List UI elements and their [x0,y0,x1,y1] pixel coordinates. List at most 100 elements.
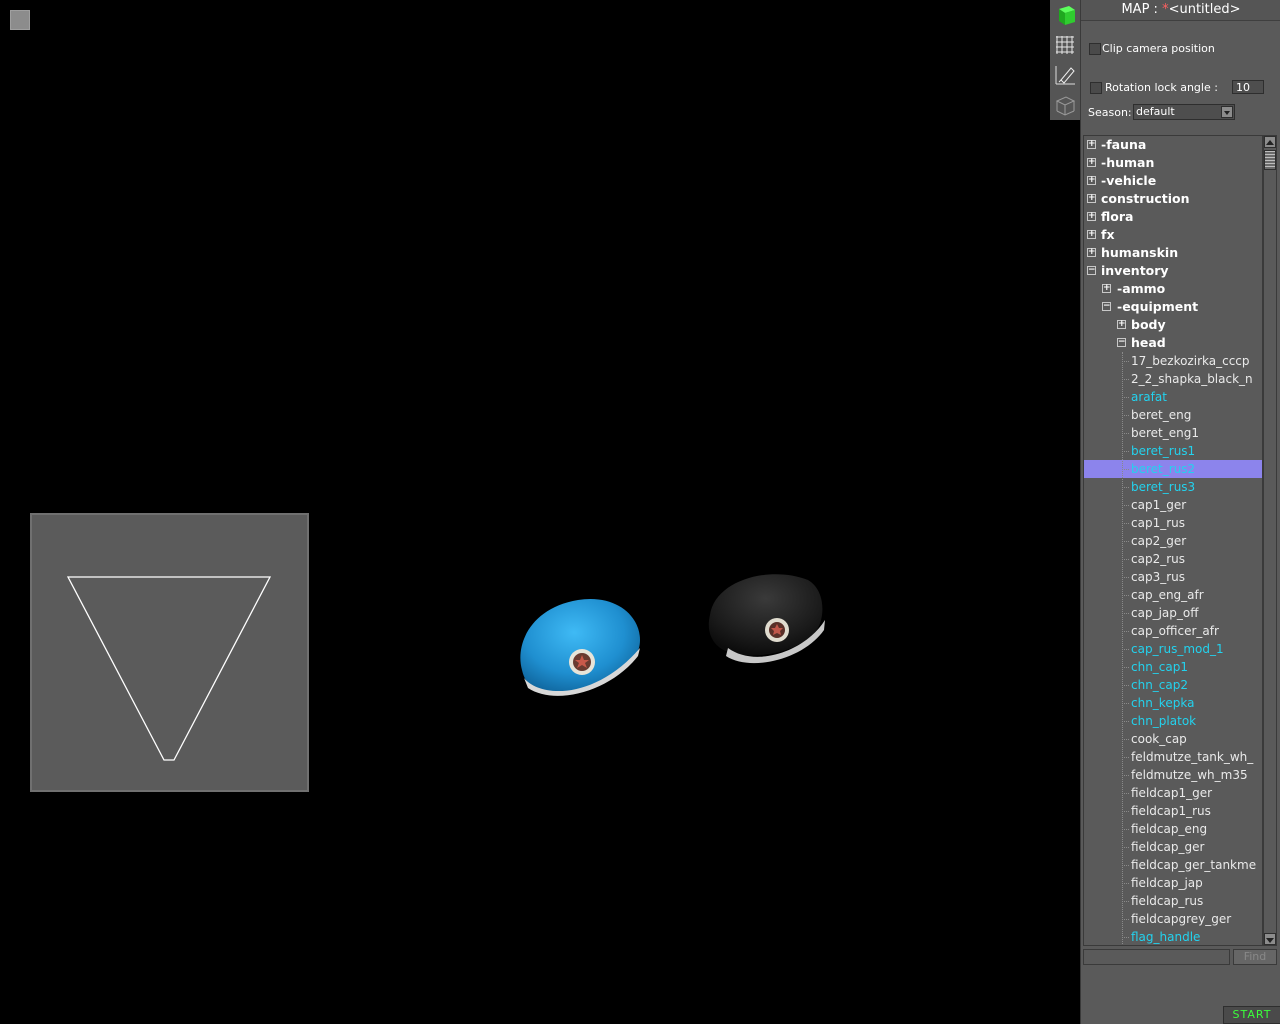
tree-leaf-item[interactable]: fieldcap1_ger [1084,784,1262,802]
tree-leaf-item[interactable]: beret_rus2 [1084,460,1262,478]
expand-icon[interactable]: + [1087,176,1096,185]
tree-item-label: cap_jap_off [1131,606,1199,620]
scroll-down-arrow-icon[interactable] [1264,933,1276,945]
collapse-icon[interactable]: − [1117,338,1126,347]
tree-folder-item[interactable]: + -vehicle [1084,172,1262,190]
tree-scrollbar[interactable] [1263,135,1277,946]
tree-folder-item[interactable]: + humanskin [1084,244,1262,262]
tree-connector [1122,793,1129,794]
tree-leaf-item[interactable]: cap_jap_off [1084,604,1262,622]
expand-icon[interactable]: + [1087,248,1096,257]
expand-icon[interactable]: + [1087,230,1096,239]
scroll-thumb[interactable] [1264,150,1276,170]
tree-item-label: fieldcap_ger [1131,840,1205,854]
tree-folder-item[interactable]: − -equipment [1084,298,1262,316]
tree-leaf-item[interactable]: feldmutze_tank_wh_ [1084,748,1262,766]
tree-item-label: chn_cap2 [1131,678,1189,692]
tree-folder-item[interactable]: + construction [1084,190,1262,208]
tree-item-label: fieldcap_eng [1131,822,1208,836]
expand-icon[interactable]: + [1102,284,1111,293]
tree-leaf-item[interactable]: beret_eng [1084,406,1262,424]
tree-leaf-item[interactable]: fieldcap_rus [1084,892,1262,910]
tree-item-label: cap_eng_afr [1131,588,1204,602]
tree-leaf-item[interactable]: flag_handle [1084,928,1262,945]
ruler-pencil-icon[interactable] [1053,63,1077,87]
tree-leaf-item[interactable]: cap3_rus [1084,568,1262,586]
tree-folder-item[interactable]: + -ammo [1084,280,1262,298]
tree-folder-item[interactable]: − inventory [1084,262,1262,280]
tree-leaf-item[interactable]: beret_rus1 [1084,442,1262,460]
tree-item-label: cap3_rus [1131,570,1185,584]
tree-folder-item[interactable]: + body [1084,316,1262,334]
rotation-lock-angle-input[interactable] [1232,80,1264,94]
tree-leaf-item[interactable]: beret_rus3 [1084,478,1262,496]
tree-leaf-item[interactable]: cap1_rus [1084,514,1262,532]
clip-camera-checkbox[interactable] [1089,43,1101,55]
tree-leaf-item[interactable]: fieldcap_ger_tankme [1084,856,1262,874]
tree-leaf-item[interactable]: 2_2_shapka_black_n [1084,370,1262,388]
tree-connector [1122,397,1129,398]
tree-folder-item[interactable]: − head [1084,334,1262,352]
green-cube-icon[interactable] [1053,3,1077,27]
collapse-icon[interactable]: − [1102,302,1111,311]
chevron-down-icon[interactable] [1221,106,1233,118]
expand-icon[interactable]: + [1087,194,1096,203]
tree-leaf-item[interactable]: cap2_rus [1084,550,1262,568]
find-input[interactable] [1083,949,1230,965]
scroll-up-arrow-icon[interactable] [1264,136,1276,148]
rotation-lock-checkbox[interactable] [1090,82,1102,94]
tree-leaf-item[interactable]: fieldcap_jap [1084,874,1262,892]
tree-folder-item[interactable]: + -fauna [1084,136,1262,154]
viewport-corner-button[interactable] [10,10,30,30]
tree-folder-item[interactable]: + -human [1084,154,1262,172]
expand-icon[interactable]: + [1117,320,1126,329]
tree-leaf-item[interactable]: fieldcap_ger [1084,838,1262,856]
object-tree[interactable]: + -fauna + -human + -vehicle + construction + flo… [1083,135,1263,946]
tree-leaf-item[interactable]: cap_rus_mod_1 [1084,640,1262,658]
season-select[interactable]: default [1133,104,1235,120]
map-title-prefix: MAP : [1121,2,1158,17]
tree-connector [1122,559,1129,560]
tree-item-label: fieldcap1_ger [1131,786,1213,800]
tree-item-label: construction [1101,191,1190,206]
tree-leaf-item[interactable]: fieldcapgrey_ger [1084,910,1262,928]
wireframe-cube-icon[interactable] [1053,93,1077,117]
tree-connector [1122,379,1129,380]
tree-item-label: 2_2_shapka_black_n [1131,372,1253,386]
tree-folder-item[interactable]: + flora [1084,208,1262,226]
tree-item-label: fieldcapgrey_ger [1131,912,1232,926]
collapse-icon[interactable]: − [1087,266,1096,275]
grid-icon[interactable] [1053,33,1077,57]
find-button[interactable]: Find [1233,949,1277,965]
start-button[interactable]: START [1223,1006,1280,1024]
tree-leaf-item[interactable]: chn_platok [1084,712,1262,730]
tree-connector [1122,703,1129,704]
tree-connector [1122,649,1129,650]
tree-item-label: chn_cap1 [1131,660,1189,674]
expand-icon[interactable]: + [1087,158,1096,167]
tree-leaf-item[interactable]: cook_cap [1084,730,1262,748]
minimap-panel[interactable] [30,513,309,792]
tree-leaf-item[interactable]: cap_eng_afr [1084,586,1262,604]
tree-connector [1122,721,1129,722]
tree-leaf-item[interactable]: fieldcap_eng [1084,820,1262,838]
tree-leaf-item[interactable]: chn_cap2 [1084,676,1262,694]
tree-connector [1122,487,1129,488]
tree-item-label: -equipment [1117,299,1199,314]
tree-leaf-item[interactable]: arafat [1084,388,1262,406]
expand-icon[interactable]: + [1087,212,1096,221]
expand-icon[interactable]: + [1087,140,1096,149]
tree-leaf-item[interactable]: chn_cap1 [1084,658,1262,676]
tree-leaf-item[interactable]: feldmutze_wh_m35 [1084,766,1262,784]
tree-leaf-item[interactable]: chn_kepka [1084,694,1262,712]
tree-folder-item[interactable]: + fx [1084,226,1262,244]
tree-leaf-item[interactable]: cap_officer_afr [1084,622,1262,640]
tree-leaf-item[interactable]: 17_bezkozirka_cccp [1084,352,1262,370]
tree-leaf-item[interactable]: cap1_ger [1084,496,1262,514]
tree-item-label: humanskin [1101,245,1179,260]
scene-viewport[interactable] [500,560,840,720]
tree-leaf-item[interactable]: cap2_ger [1084,532,1262,550]
tree-leaf-item[interactable]: fieldcap1_rus [1084,802,1262,820]
clip-camera-label: Clip camera position [1102,42,1215,55]
tree-leaf-item[interactable]: beret_eng1 [1084,424,1262,442]
